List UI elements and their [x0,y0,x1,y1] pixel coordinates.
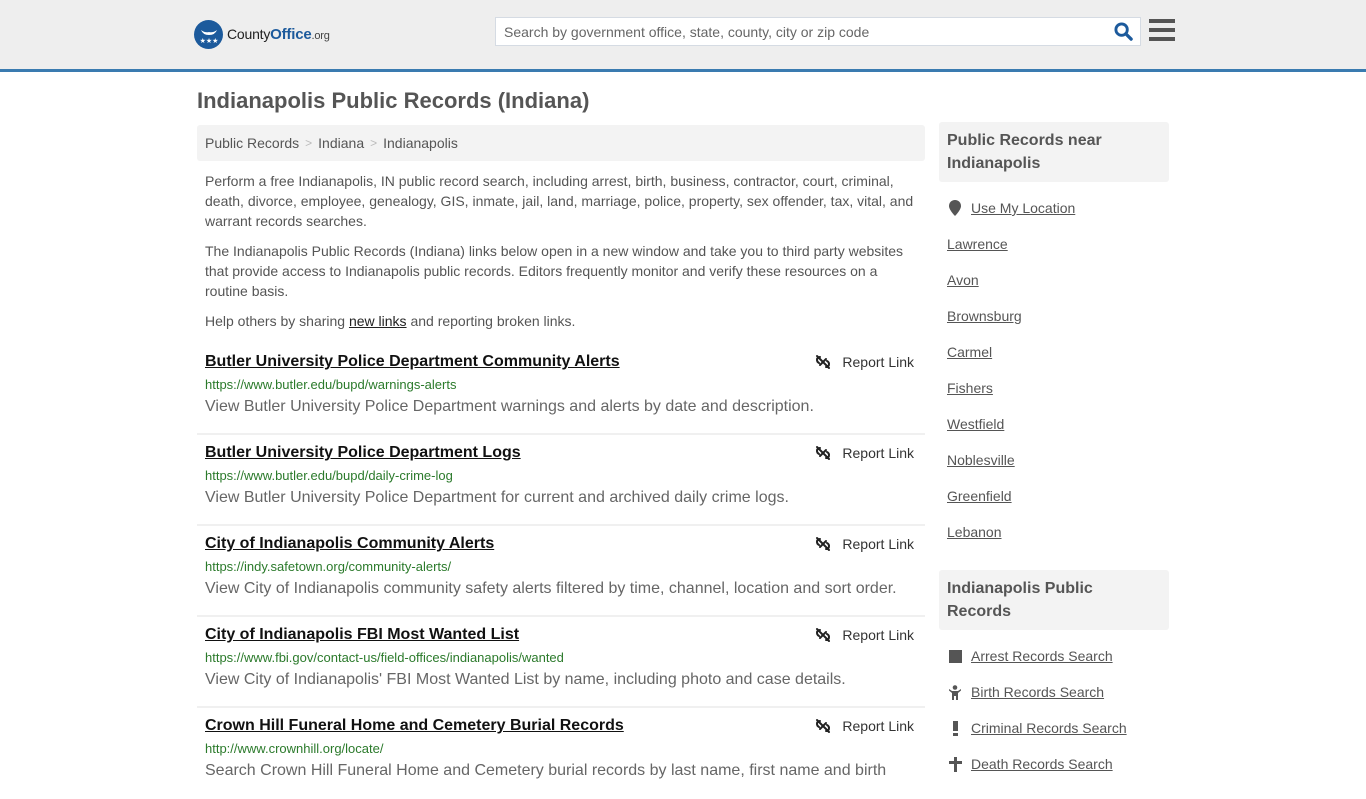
city-link-carmel[interactable]: Carmel [947,344,992,360]
report-link-button[interactable]: Report Link [815,536,914,552]
city-link-lebanon[interactable]: Lebanon [947,524,1002,540]
city-link-avon[interactable]: Avon [947,272,979,288]
svg-text:★★★: ★★★ [199,37,218,45]
nearby-city-item: Avon [947,262,1161,298]
nearby-city-item: Westfield [947,406,1161,442]
cross-icon [947,756,963,772]
record-description: View Butler University Police Department… [205,398,814,415]
record-url[interactable]: https://www.butler.edu/bupd/warnings-ale… [205,376,917,394]
records-heading: Indianapolis Public Records [939,570,1169,630]
record-category-item: Birth Records Search [947,674,1161,710]
search-button[interactable] [1106,18,1140,45]
record-category-item: Criminal Records Search [947,710,1161,746]
nearby-list: Use My Location Lawrence Avon Brownsburg… [939,190,1169,550]
search-bar [495,17,1141,46]
report-link-button[interactable]: Report Link [815,354,914,370]
city-link-noblesville[interactable]: Noblesville [947,452,1015,468]
eagle-logo-icon: ★★★ [194,20,223,49]
city-link-westfield[interactable]: Westfield [947,416,1004,432]
nearby-city-item: Noblesville [947,442,1161,478]
intro: Perform a free Indianapolis, IN public r… [197,171,925,331]
nearby-heading: Public Records near Indianapolis [939,122,1169,182]
hamburger-menu-icon[interactable] [1149,19,1175,43]
use-my-location-link[interactable]: Use My Location [971,200,1075,216]
record-item: City of Indianapolis Community Alerts ht… [197,526,925,617]
intro-paragraph: Perform a free Indianapolis, IN public r… [205,173,914,229]
use-location-item: Use My Location [947,190,1161,226]
breadcrumb-indianapolis[interactable]: Indianapolis [383,135,458,151]
square-icon [947,649,963,663]
record-item: City of Indianapolis FBI Most Wanted Lis… [197,617,925,708]
record-title-link[interactable]: Butler University Police Department Logs [205,443,917,463]
record-url[interactable]: https://www.fbi.gov/contact-us/field-off… [205,649,917,667]
search-input[interactable] [496,18,1106,45]
record-category-item: Death Records Search [947,746,1161,782]
record-item: Butler University Police Department Logs… [197,435,925,526]
nearby-city-item: Lawrence [947,226,1161,262]
logo-text: CountyOffice.org [227,26,330,43]
map-marker-icon [947,200,963,216]
report-link-button[interactable]: Report Link [815,445,914,461]
arrest-records-link[interactable]: Arrest Records Search [971,648,1113,664]
broken-link-icon [816,446,831,460]
criminal-records-link[interactable]: Criminal Records Search [971,720,1127,736]
record-title-link[interactable]: City of Indianapolis Community Alerts [205,534,917,554]
baby-icon [947,684,963,700]
exclamation-icon [947,720,963,736]
record-item: Butler University Police Department Comm… [197,344,925,435]
site-logo[interactable]: ★★★ CountyOffice.org [194,20,330,49]
site-header: ★★★ CountyOffice.org [0,0,1366,72]
record-title-link[interactable]: Crown Hill Funeral Home and Cemetery Bur… [205,716,917,736]
death-records-link[interactable]: Death Records Search [971,756,1113,772]
nearby-city-item: Carmel [947,334,1161,370]
record-description: Search Crown Hill Funeral Home and Cemet… [205,762,887,779]
breadcrumb-indiana[interactable]: Indiana [318,135,364,151]
city-link-lawrence[interactable]: Lawrence [947,236,1008,252]
chevron-right-icon: > [305,136,313,150]
record-title-link[interactable]: City of Indianapolis FBI Most Wanted Lis… [205,625,917,645]
record-title-link[interactable]: Butler University Police Department Comm… [205,352,917,372]
breadcrumb: Public Records > Indiana > Indianapolis [197,125,925,161]
record-url[interactable]: https://indy.safetown.org/community-aler… [205,558,917,576]
record-url[interactable]: https://www.butler.edu/bupd/daily-crime-… [205,467,917,485]
search-icon [1113,22,1133,41]
record-description: View Butler University Police Department… [205,489,789,506]
city-link-greenfield[interactable]: Greenfield [947,488,1012,504]
nearby-city-item: Greenfield [947,478,1161,514]
records-list: Butler University Police Department Comm… [197,344,925,799]
record-description: View City of Indianapolis' FBI Most Want… [205,671,846,688]
page-title: Indianapolis Public Records (Indiana) [197,88,590,113]
main-content: Indianapolis Public Records (Indiana) Pu… [197,72,925,799]
sidebar: Public Records near Indianapolis Use My … [939,122,1169,782]
city-link-fishers[interactable]: Fishers [947,380,993,396]
report-link-button[interactable]: Report Link [815,627,914,643]
nearby-city-item: Lebanon [947,514,1161,550]
broken-link-icon [816,355,831,369]
new-links-link[interactable]: new links [349,313,407,329]
nearby-city-item: Brownsburg [947,298,1161,334]
records-category-list: Arrest Records Search Birth Records Sear… [939,638,1169,782]
broken-link-icon [816,537,831,551]
intro-paragraph: The Indianapolis Public Records (Indiana… [205,243,904,299]
record-url[interactable]: http://www.crownhill.org/locate/ [205,740,917,758]
broken-link-icon [816,719,831,733]
birth-records-link[interactable]: Birth Records Search [971,684,1104,700]
broken-link-icon [816,628,831,642]
help-text: Help others by sharing new links and rep… [205,313,576,329]
nearby-city-item: Fishers [947,370,1161,406]
report-link-button[interactable]: Report Link [815,718,914,734]
city-link-brownsburg[interactable]: Brownsburg [947,308,1022,324]
breadcrumb-public-records[interactable]: Public Records [205,135,299,151]
chevron-right-icon: > [370,136,378,150]
record-item: Crown Hill Funeral Home and Cemetery Bur… [197,708,925,799]
record-description: View City of Indianapolis community safe… [205,580,897,597]
record-category-item: Arrest Records Search [947,638,1161,674]
